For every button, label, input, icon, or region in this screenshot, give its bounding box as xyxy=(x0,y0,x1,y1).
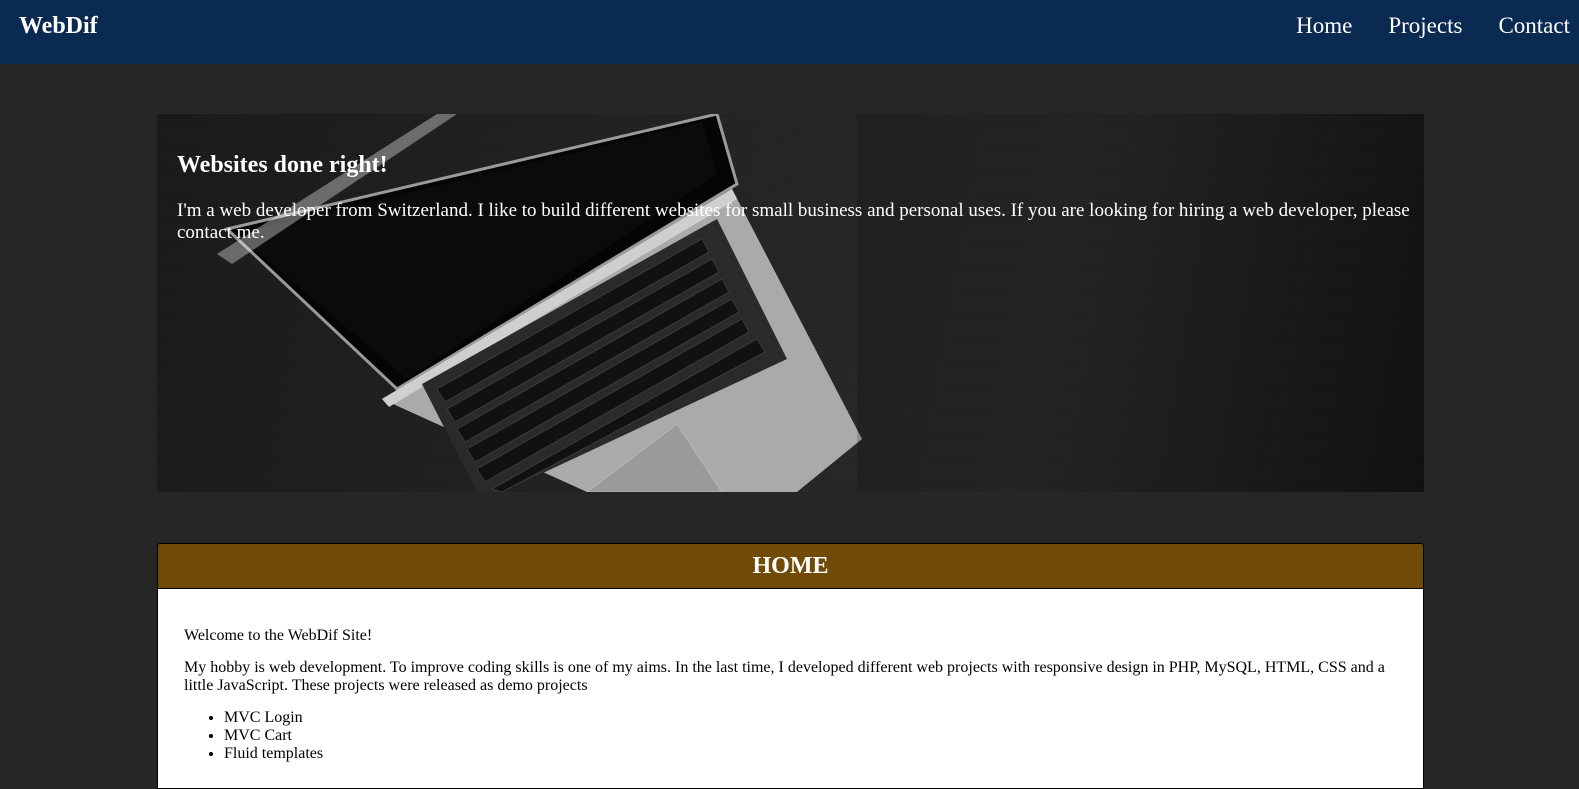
hero-title: Websites done right! xyxy=(177,152,388,178)
brand-logo-link[interactable]: WebDif xyxy=(19,13,98,40)
nav-link-home[interactable]: Home xyxy=(1296,13,1352,39)
list-item: Fluid templates xyxy=(224,745,1397,763)
nav-link-contact[interactable]: Contact xyxy=(1498,13,1570,39)
home-content-panel: Welcome to the WebDif Site! My hobby is … xyxy=(157,589,1424,789)
project-list: MVC Login MVC Cart Fluid templates xyxy=(184,709,1397,763)
nav-menu: Home Projects Contact xyxy=(1296,13,1570,39)
intro-paragraph: My hobby is web development. To improve … xyxy=(184,659,1385,694)
hero-description: I'm a web developer from Switzerland. I … xyxy=(177,200,1410,243)
navbar: WebDif Home Projects Contact xyxy=(0,0,1579,64)
hero-banner: Websites done right! I'm a web developer… xyxy=(157,114,1424,492)
list-item: MVC Cart xyxy=(224,727,1397,745)
welcome-text: Welcome to the WebDif Site! xyxy=(184,627,373,644)
list-item: MVC Login xyxy=(224,709,1397,727)
nav-link-projects[interactable]: Projects xyxy=(1388,13,1462,39)
section-header-home: HOME xyxy=(157,543,1424,589)
